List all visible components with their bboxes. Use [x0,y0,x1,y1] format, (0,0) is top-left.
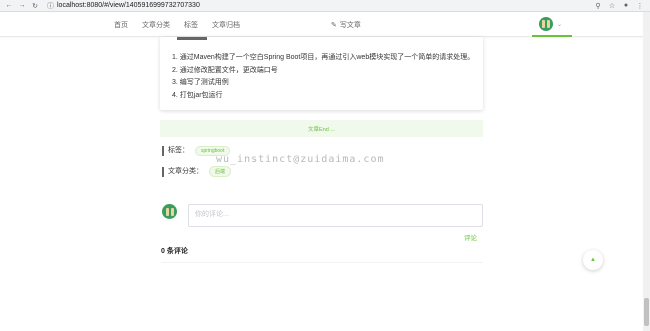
comment-count: 0 条评论 [161,248,188,255]
browser-toolbar: ← → ↻ ⓘ localhost:8080/#/view/1405916999… [0,0,650,12]
back-to-top-button[interactable]: ▲ [583,250,603,270]
summary-step: 2. 通过修改配置文件，更改端口号 [172,66,278,74]
chevron-down-icon: ⌄ [557,21,563,28]
article-body-card: 1. 通过Maven构建了一个空白Spring Boot项目，再通过引入web模… [160,37,483,110]
edit-icon: ✎ [331,22,337,29]
star-icon[interactable]: ☆ [608,2,616,10]
key-icon[interactable]: ⚲ [594,2,602,10]
cut-off-heading [177,37,207,40]
menu-icon[interactable]: ⋮ [636,2,644,10]
caret-up-icon: ▲ [590,257,596,263]
category-row: 文章分类： 后端 [162,166,232,177]
forward-icon[interactable]: → [18,2,26,10]
site-header: 首页 文章分类 标签 文章归档 ✎ 写文章 ⌄ [0,13,650,37]
avatar [162,204,177,219]
write-article-button[interactable]: ✎ 写文章 [331,13,361,37]
browser-actions: ⚲ ☆ ● ⋮ [594,2,644,10]
summary-step: 1. 通过Maven构建了一个空白Spring Boot项目，再通过引入web模… [172,54,475,61]
scrollbar-thumb[interactable] [644,298,649,326]
avatar [539,17,553,31]
info-icon[interactable]: ⓘ [47,1,54,11]
watermark: wu_instinct@zuidaima.com [216,154,385,165]
address-bar[interactable]: ⓘ localhost:8080/#/view/1405916999732707… [47,1,200,11]
menu-item-archive[interactable]: 文章归档 [212,20,240,30]
article-end-banner: 文章End ... [160,120,483,137]
divider [161,262,483,263]
back-icon[interactable]: ← [5,2,13,10]
comment-input[interactable]: 你的评论... [188,204,483,227]
summary-list: 1. 通过Maven构建了一个空白Spring Boot项目，再通过引入web模… [172,52,474,102]
reload-icon[interactable]: ↻ [31,2,39,10]
profile-icon[interactable]: ● [622,2,630,10]
tags-label: 标签： [162,146,189,156]
main-menu: 首页 文章分类 标签 文章归档 [114,13,240,37]
summary-step: 3. 编写了测试用例 [172,79,229,86]
menu-item-categories[interactable]: 文章分类 [142,20,170,30]
category-label: 文章分类： [162,166,203,177]
url-text: localhost:8080/#/view/140591699973270733… [57,2,200,9]
comment-avatar [162,204,177,219]
menu-item-tags[interactable]: 标签 [184,20,198,30]
category-tag[interactable]: 后端 [209,166,232,177]
submit-comment-button[interactable]: 评论 [464,232,477,242]
write-label: 写文章 [339,22,361,29]
menu-item-home[interactable]: 首页 [114,20,128,30]
browser-nav: ← → ↻ [5,2,45,10]
scrollbar[interactable] [643,12,650,331]
summary-step: 4. 打包jar包运行 [172,91,223,99]
user-menu[interactable]: ⌄ [532,13,572,37]
